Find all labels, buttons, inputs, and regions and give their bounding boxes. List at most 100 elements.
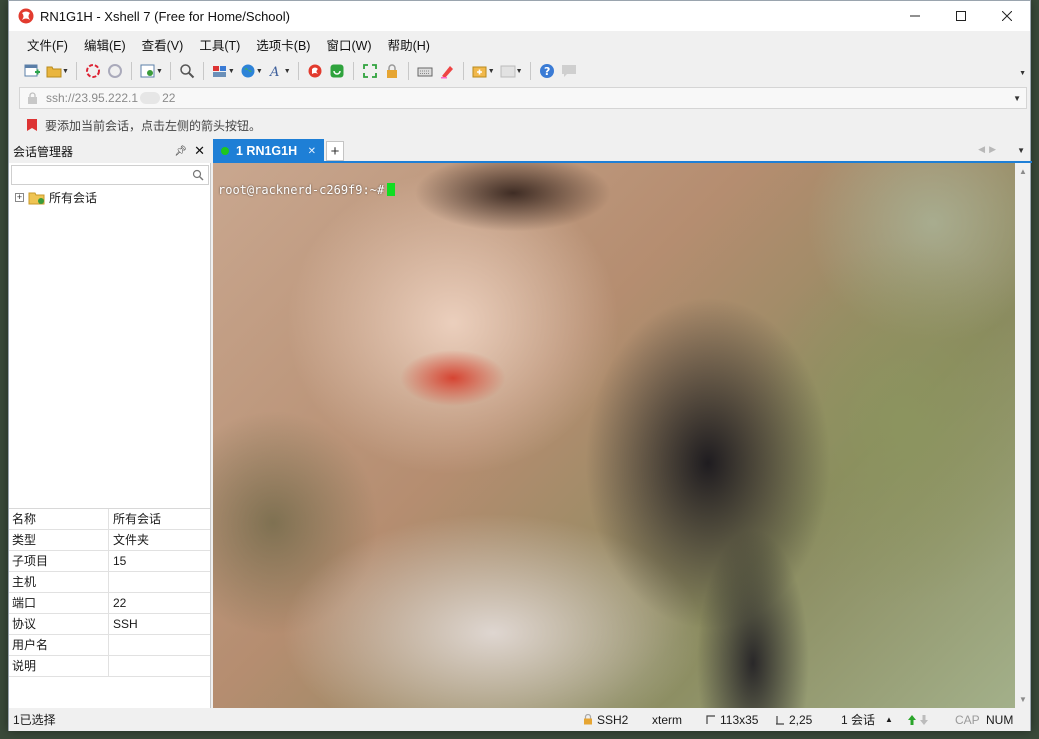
address-dropdown-icon[interactable]: ▼ xyxy=(1013,94,1021,103)
scroll-up-icon[interactable]: ▲ xyxy=(1019,167,1027,176)
properties-dropdown-icon[interactable]: ▼ xyxy=(156,68,163,75)
xshell-icon xyxy=(308,64,322,78)
new-tab-button[interactable]: + xyxy=(326,141,344,161)
folder-icon xyxy=(28,192,45,204)
transfer-button[interactable] xyxy=(326,60,348,82)
font-icon: A xyxy=(269,65,279,79)
expand-icon[interactable]: + xyxy=(15,192,24,202)
tree-item-all-sessions[interactable]: + 所有会话 xyxy=(15,188,97,206)
lock-icon xyxy=(386,64,397,78)
font-dropdown-icon[interactable]: ▼ xyxy=(284,68,291,75)
toolbar-overflow-icon[interactable]: ▼ xyxy=(1019,70,1026,77)
menu-tabs[interactable]: 选项卡(B) xyxy=(248,35,318,54)
tab-group-dropdown-icon[interactable]: ▼ xyxy=(488,68,495,75)
toolbar-separator xyxy=(529,62,531,80)
toolbar: ▼ ▼ ▼ ▼ A ▼ ▼ ▼ ? ▼ xyxy=(9,58,1030,84)
address-text: ssh://23.95.222.1 xyxy=(46,91,139,105)
scroll-down-icon[interactable]: ▼ xyxy=(1019,695,1027,704)
redacted-blur xyxy=(140,92,161,104)
terminal-prompt: root@racknerd-c269f9:~# xyxy=(218,183,385,197)
lock-icon xyxy=(28,92,37,104)
layout-dropdown-icon[interactable]: ▼ xyxy=(228,68,235,75)
bookmark-arrow-icon[interactable] xyxy=(25,118,39,132)
property-value xyxy=(109,656,210,676)
session-search-input[interactable] xyxy=(11,165,209,185)
xshell-logo-icon xyxy=(18,8,34,24)
open-dropdown-icon[interactable]: ▼ xyxy=(62,68,69,75)
find-button[interactable] xyxy=(176,60,198,82)
close-panel-icon[interactable]: ✕ xyxy=(194,143,205,159)
minimize-button[interactable] xyxy=(892,1,938,31)
xftp-button[interactable] xyxy=(304,60,326,82)
status-num: NUM xyxy=(986,712,1014,727)
chat-button[interactable] xyxy=(558,60,580,82)
toolbar-separator xyxy=(352,62,354,80)
toolbar-separator xyxy=(130,62,132,80)
globe-icon xyxy=(241,64,255,78)
new-session-button[interactable] xyxy=(21,60,43,82)
property-row: 子项目 15 xyxy=(9,551,210,572)
keyboard-button[interactable] xyxy=(414,60,436,82)
close-window-button[interactable] xyxy=(984,1,1030,31)
status-sessions[interactable]: 1 会话 ▲ xyxy=(841,711,893,728)
property-row: 主机 xyxy=(9,572,210,593)
hint-text: 要添加当前会话，点击左侧的箭头按钮。 xyxy=(45,118,262,133)
toolbar-separator xyxy=(462,62,464,80)
menu-help[interactable]: 帮助(H) xyxy=(380,35,438,54)
tab-strip: 会话管理器 📌︎ ✕ 1 RN1G1H ✕ + ◀▶ ▼ xyxy=(9,139,1032,163)
folder-icon xyxy=(46,66,62,78)
toolbar-separator xyxy=(407,62,409,80)
tab-scroll-arrows[interactable]: ◀▶ xyxy=(978,144,1000,155)
tile-icon xyxy=(500,65,516,78)
property-row: 协议 SSH xyxy=(9,614,210,635)
tab-list-dropdown-icon[interactable]: ▼ xyxy=(1017,146,1025,155)
status-protocol-text: SSH2 xyxy=(597,712,629,727)
menu-file[interactable]: 文件(F) xyxy=(19,35,76,54)
disconnect-icon xyxy=(107,64,122,78)
properties-icon xyxy=(140,64,155,78)
reconnect-button[interactable] xyxy=(82,60,104,82)
pin-icon[interactable]: 📌︎ xyxy=(174,146,187,157)
status-cap: CAP xyxy=(955,712,980,727)
highlight-button[interactable] xyxy=(436,60,458,82)
tab-session[interactable]: 1 RN1G1H ✕ xyxy=(213,139,324,163)
tab-label: 1 RN1G1H xyxy=(236,144,298,158)
terminal-scrollbar[interactable]: ▲ ▼ xyxy=(1015,163,1030,708)
menu-edit[interactable]: 编辑(E) xyxy=(76,35,134,54)
tab-close-icon[interactable]: ✕ xyxy=(308,146,316,157)
property-key: 说明 xyxy=(9,656,109,676)
menu-bar: 文件(F) 编辑(E) 查看(V) 工具(T) 选项卡(B) 窗口(W) 帮助(… xyxy=(9,32,1030,56)
status-size: 113x35 xyxy=(706,713,758,727)
fullscreen-button[interactable] xyxy=(359,60,381,82)
property-value: 所有会话 xyxy=(109,509,210,529)
reconnect-icon xyxy=(85,64,100,78)
property-key: 协议 xyxy=(9,614,109,634)
encoding-dropdown-icon[interactable]: ▼ xyxy=(256,68,263,75)
menu-tools[interactable]: 工具(T) xyxy=(191,35,248,54)
property-value xyxy=(109,635,210,655)
toolbar-separator xyxy=(75,62,77,80)
toolbar-separator xyxy=(297,62,299,80)
status-protocol: SSH2 xyxy=(583,713,628,727)
new-session-icon xyxy=(24,64,40,77)
terminal-area[interactable]: root@racknerd-c269f9:~# xyxy=(213,163,1015,708)
property-key: 子项目 xyxy=(9,551,109,571)
address-bar[interactable]: ssh://23.95.222.1 22 ▼ xyxy=(19,87,1027,109)
menu-view[interactable]: 查看(V) xyxy=(134,35,192,54)
keyboard-icon xyxy=(417,67,433,77)
tile-dropdown-icon[interactable]: ▼ xyxy=(516,68,523,75)
menu-window[interactable]: 窗口(W) xyxy=(318,35,379,54)
property-value xyxy=(109,572,210,592)
search-icon xyxy=(180,64,195,79)
lock-icon xyxy=(584,714,592,725)
session-manager-header: 会话管理器 📌︎ ✕ xyxy=(9,139,211,163)
lock-button[interactable] xyxy=(381,60,403,82)
maximize-button[interactable] xyxy=(938,1,984,31)
property-row: 用户名 xyxy=(9,635,210,656)
connected-status-icon xyxy=(221,147,229,155)
status-term: xterm xyxy=(652,712,682,727)
help-button[interactable]: ? xyxy=(536,60,558,82)
property-value: SSH xyxy=(109,614,210,634)
disconnect-button[interactable] xyxy=(104,60,126,82)
session-manager-panel: + 所有会话 名称 所有会话 类型 文件夹 子项目 15 主机 端口 22 协议 SSH … xyxy=(9,163,211,708)
